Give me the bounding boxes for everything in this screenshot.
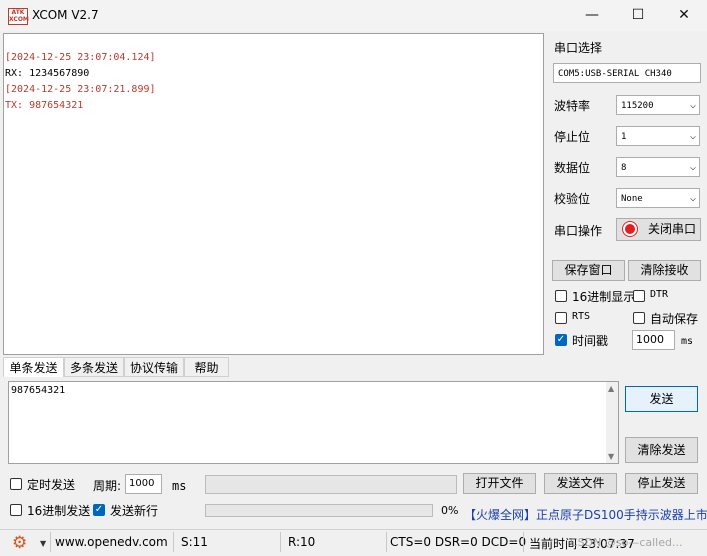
hex-display-checkbox[interactable] [555, 290, 567, 302]
status-bar: ⚙ ▼ www.openedv.com S:11 R:10 CTS=0 DSR=… [0, 529, 707, 556]
auto-save-checkbox[interactable] [633, 312, 645, 324]
tab-help[interactable]: 帮助 [184, 357, 229, 377]
file-path-field[interactable] [205, 475, 457, 494]
record-icon [623, 222, 637, 236]
received-count: R:10 [288, 535, 316, 549]
tab-protocol[interactable]: 协议传输 [124, 357, 184, 377]
period-label: 周期: [93, 479, 122, 493]
scroll-up-icon[interactable]: ▲ [608, 384, 614, 393]
port-select[interactable]: COM5:USB-SERIAL CH340 [553, 63, 701, 83]
stop-label: 停止位 [554, 130, 591, 144]
title-bar: ATK XCOM XCOM V2.7 — ☐ ✕ [0, 0, 707, 31]
website-link[interactable]: www.openedv.com [55, 535, 168, 549]
parity-select[interactable]: None ⌵ [616, 188, 700, 208]
auto-save-label: 自动保存 [650, 312, 699, 326]
timed-send-checkbox[interactable] [10, 478, 22, 490]
dtr-checkbox[interactable] [633, 290, 645, 302]
receive-area[interactable]: [2024-12-25 23:07:04.124] RX: 1234567890… [3, 33, 544, 355]
status-divider [173, 532, 174, 552]
scroll-down-icon[interactable]: ▼ [608, 452, 614, 461]
data-label: 数据位 [554, 161, 591, 175]
window-title: XCOM V2.7 [32, 8, 99, 22]
baud-value: 115200 [621, 101, 654, 111]
timestamp-checkbox[interactable]: ✓ [555, 334, 567, 346]
send-newline-label: 发送新行 [110, 504, 159, 518]
period-input[interactable]: 1000 [125, 474, 162, 494]
save-window-button[interactable]: 保存窗口 [552, 260, 625, 281]
send-newline-checkbox[interactable]: ✓ [93, 504, 105, 516]
port-value: COM5:USB-SERIAL CH340 [558, 69, 672, 79]
dropdown-arrow-icon[interactable]: ▼ [40, 539, 46, 548]
close-icon: ✕ [678, 7, 690, 23]
send-progress-bar [205, 504, 433, 517]
chevron-down-icon: ⌵ [689, 100, 696, 111]
maximize-icon: ☐ [631, 7, 645, 23]
open-file-button[interactable]: 打开文件 [463, 473, 536, 494]
status-divider [50, 532, 51, 552]
tab-multi-send[interactable]: 多条发送 [64, 357, 124, 377]
chevron-down-icon: ⌵ [689, 162, 696, 173]
period-unit: ms [172, 479, 187, 493]
rts-checkbox[interactable] [555, 312, 567, 324]
ad-link[interactable]: 【火爆全网】正点原子DS100手持示波器上市 [464, 506, 707, 523]
check-icon: ✓ [556, 334, 566, 345]
baud-label: 波特率 [554, 99, 591, 113]
parity-label: 校验位 [554, 192, 591, 206]
tab-single-send[interactable]: 单条发送 [3, 357, 64, 377]
signal-status: CTS=0 DSR=0 DCD=0 [390, 535, 527, 549]
clear-receive-button[interactable]: 清除接收 [628, 260, 701, 281]
status-divider [386, 532, 387, 552]
timestamp-label: 时间戳 [572, 334, 609, 348]
chevron-down-icon: ⌵ [689, 193, 696, 204]
watermark: CSDN @so—called... [570, 536, 683, 549]
check-icon: ✓ [94, 504, 104, 515]
receive-line: TX: 987654321 [5, 100, 84, 111]
status-divider [523, 532, 524, 552]
receive-line: [2024-12-25 23:07:21.899] [5, 84, 156, 95]
send-text-area[interactable]: 987654321 ▲ ▼ [8, 381, 619, 464]
app-icon: ATK XCOM [8, 8, 29, 25]
rts-label: RTS [572, 311, 591, 322]
timestamp-ms-unit: ms [681, 336, 694, 347]
send-file-button[interactable]: 发送文件 [544, 473, 617, 494]
port-op-label: 串口操作 [554, 224, 603, 238]
dtr-label: DTR [650, 289, 669, 300]
hex-display-label: 16进制显示 [572, 290, 636, 304]
data-value: 8 [621, 163, 627, 173]
send-button[interactable]: 发送 [625, 386, 698, 412]
stop-select[interactable]: 1 ⌵ [616, 126, 700, 146]
close-port-button[interactable]: 关闭串口 [616, 218, 701, 241]
progress-percent: 0% [441, 504, 459, 517]
data-select[interactable]: 8 ⌵ [616, 157, 700, 177]
app-icon-text: ATK XCOM [9, 9, 29, 23]
maximize-button[interactable]: ☐ [615, 0, 661, 31]
gear-icon[interactable]: ⚙ [12, 534, 27, 552]
clear-send-button[interactable]: 清除发送 [625, 437, 698, 463]
sent-count: S:11 [181, 535, 208, 549]
minimize-icon: — [585, 7, 599, 23]
minimize-button[interactable]: — [569, 0, 615, 31]
baud-select[interactable]: 115200 ⌵ [616, 95, 700, 115]
stop-value: 1 [621, 132, 627, 142]
stop-send-button[interactable]: 停止发送 [625, 473, 698, 494]
receive-line: RX: 1234567890 [5, 68, 90, 79]
port-select-label: 串口选择 [554, 41, 603, 55]
chevron-down-icon: ⌵ [689, 131, 696, 142]
timed-send-label: 定时发送 [27, 478, 76, 492]
send-scrollbar[interactable]: ▲ ▼ [606, 382, 618, 463]
timestamp-ms-input[interactable]: 1000 [632, 330, 675, 350]
hex-send-checkbox[interactable] [10, 504, 22, 516]
send-text: 987654321 [11, 385, 66, 396]
parity-value: None [621, 194, 643, 204]
close-port-label: 关闭串口 [647, 222, 696, 236]
hex-send-label: 16进制发送 [27, 504, 91, 518]
close-button[interactable]: ✕ [661, 0, 707, 31]
status-divider [280, 532, 281, 552]
receive-line: [2024-12-25 23:07:04.124] [5, 52, 156, 63]
